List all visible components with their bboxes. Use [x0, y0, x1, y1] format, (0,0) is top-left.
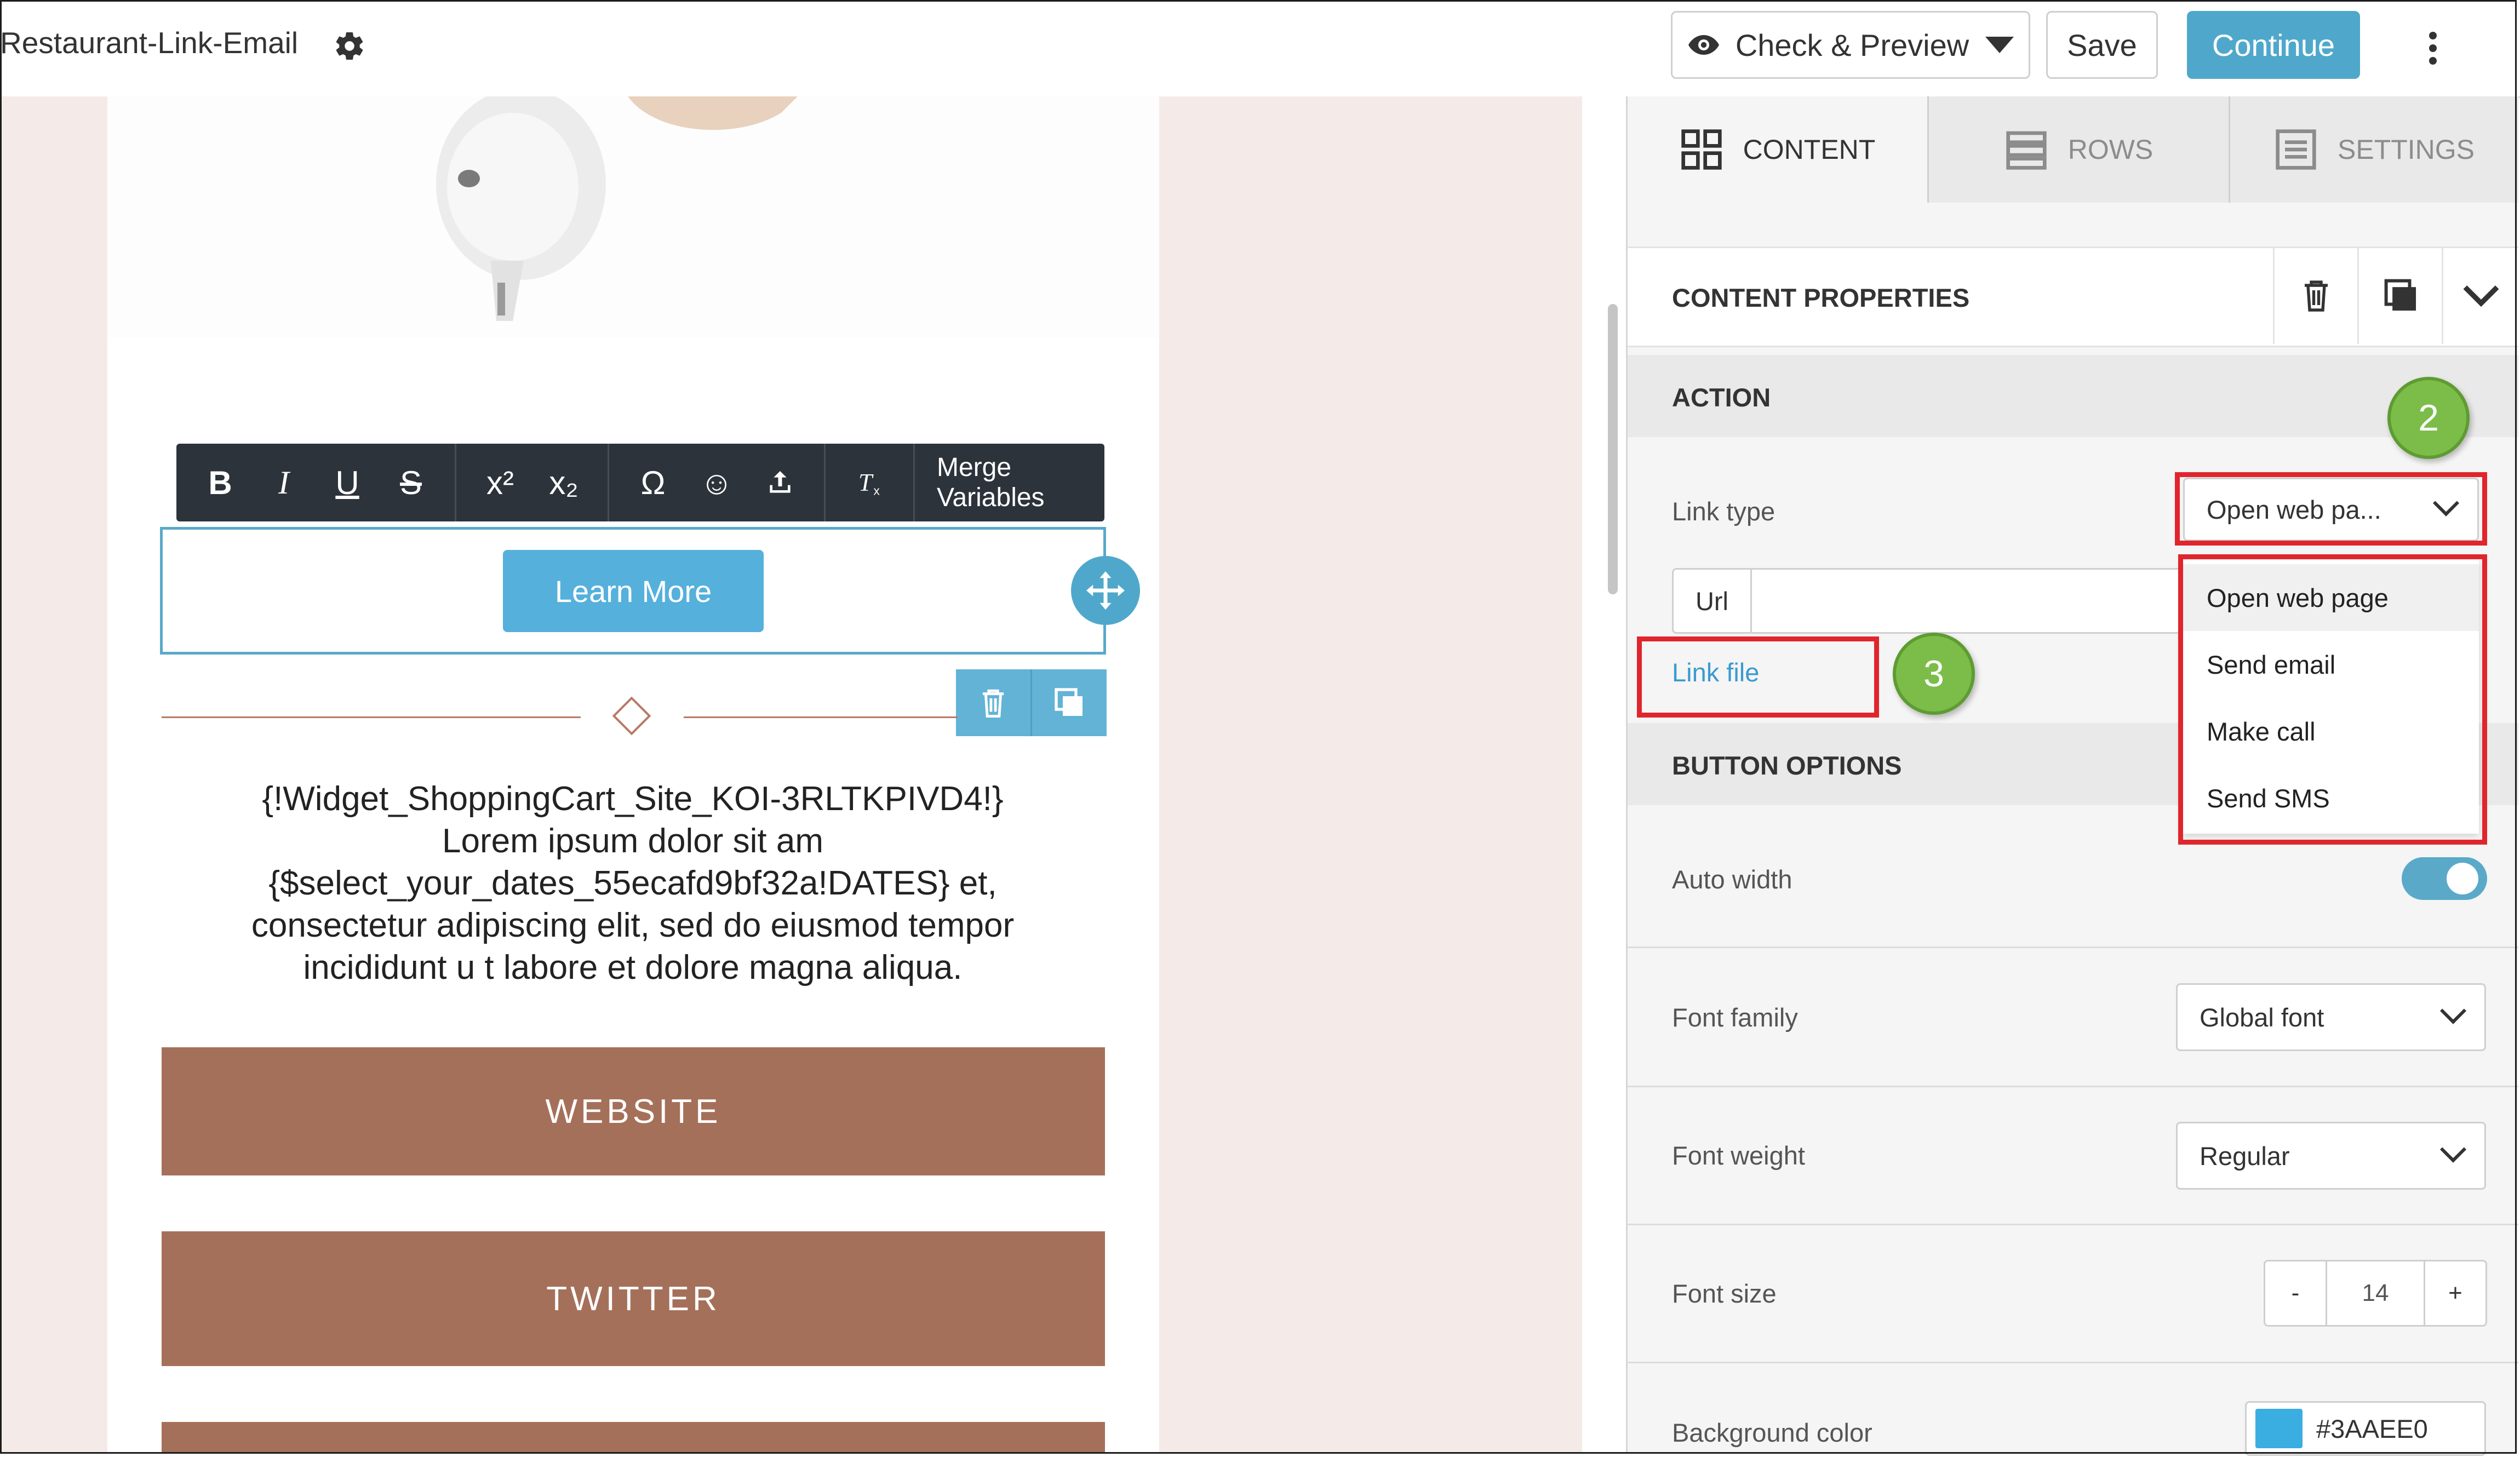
screenshot-frame: [0, 0, 2517, 1454]
